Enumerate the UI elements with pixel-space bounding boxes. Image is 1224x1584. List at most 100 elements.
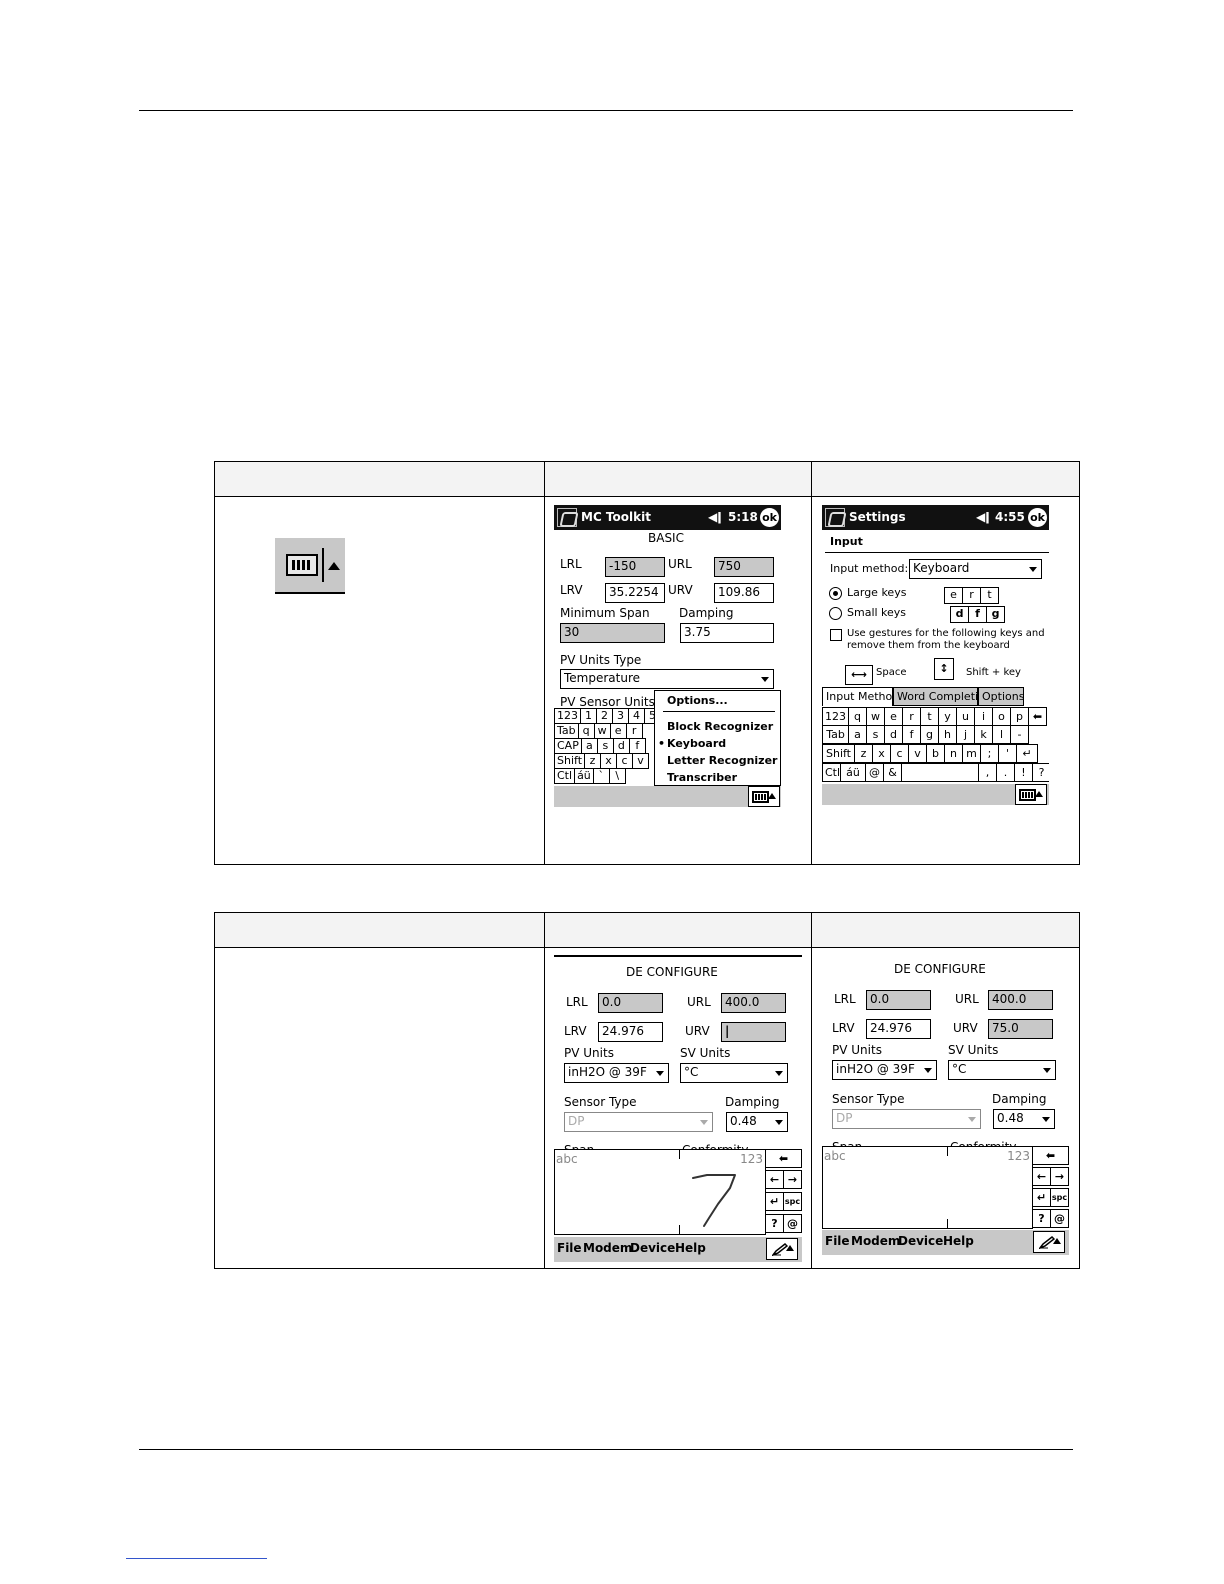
key[interactable]: 4 (628, 708, 645, 724)
key[interactable]: , (978, 763, 997, 782)
key[interactable]: Shift (822, 744, 855, 763)
key[interactable]: o (992, 707, 1011, 726)
key[interactable]: . (996, 763, 1015, 782)
key[interactable]: ` (592, 768, 610, 784)
sv-units-select[interactable]: °C (948, 1060, 1056, 1080)
key[interactable]: v (908, 744, 927, 763)
menu-file[interactable]: File (825, 1234, 850, 1248)
cursor-left-key[interactable]: ← (765, 1170, 784, 1189)
key[interactable]: & (883, 763, 902, 782)
tab-word-completion[interactable]: Word Completion (893, 687, 992, 706)
key[interactable]: e (884, 707, 903, 726)
lrv-field[interactable]: 35.2254 (605, 583, 665, 603)
key[interactable]: d (612, 738, 630, 754)
key[interactable]: Tab (822, 725, 849, 744)
menu-item-transcriber[interactable]: Transcriber (667, 771, 737, 784)
tab-input-method[interactable]: Input Method (822, 687, 899, 706)
menu-item-letter-recognizer[interactable]: Letter Recognizer (667, 754, 777, 767)
damping-field[interactable]: 3.75 (680, 623, 774, 643)
menu-help[interactable]: Help (943, 1234, 974, 1248)
url-field[interactable]: 750 (714, 557, 774, 577)
urv-field[interactable]: | (721, 1022, 786, 1042)
key[interactable]: ! (1014, 763, 1033, 782)
lrl-field[interactable]: 0.0 (866, 990, 931, 1010)
handwriting-area[interactable]: abc 123 (822, 1146, 1033, 1229)
sip-button[interactable] (748, 786, 780, 807)
key[interactable]: u (956, 707, 975, 726)
large-keys-radio[interactable] (829, 587, 842, 600)
key[interactable]: Ctl (554, 768, 576, 784)
key[interactable]: z (854, 744, 873, 763)
input-method-select[interactable]: Keyboard (909, 559, 1042, 579)
key[interactable]: Ctl (822, 763, 841, 782)
key[interactable]: q (577, 723, 595, 739)
key[interactable]: i (974, 707, 993, 726)
key[interactable]: 3 (612, 708, 629, 724)
sip-button[interactable] (1015, 784, 1047, 805)
damping-select[interactable]: 0.48 (726, 1112, 788, 1132)
pv-units-select[interactable]: inH2O @ 39F (564, 1063, 669, 1083)
symbol-key[interactable]: @ (783, 1214, 802, 1233)
space-key[interactable] (901, 763, 979, 782)
key[interactable]: p (1010, 707, 1029, 726)
sv-units-select[interactable]: °C (680, 1063, 788, 1083)
key[interactable]: \ (608, 768, 626, 784)
pv-units-select[interactable]: inH2O @ 39F (832, 1060, 937, 1080)
lrl-field[interactable]: -150 (605, 557, 665, 577)
key[interactable]: c (616, 753, 634, 769)
key[interactable]: t (920, 707, 939, 726)
backspace-key[interactable]: ⬅ (1032, 1146, 1069, 1165)
small-keys-radio[interactable] (829, 607, 842, 620)
enter-key[interactable]: ↵ (1032, 1188, 1051, 1207)
key[interactable]: s (596, 738, 614, 754)
symbol-key[interactable]: @ (1050, 1209, 1069, 1228)
sensor-type-select[interactable]: DP (832, 1109, 981, 1129)
pv-units-type-select[interactable]: Temperature (560, 669, 774, 689)
handwriting-area[interactable]: abc 123 (554, 1149, 766, 1235)
key[interactable]: áü (574, 768, 594, 784)
urv-field[interactable]: 109.86 (714, 583, 774, 603)
key[interactable]: w (866, 707, 885, 726)
menu-device[interactable]: Device (898, 1234, 943, 1248)
menu-file[interactable]: File (557, 1241, 582, 1255)
key[interactable]: e (609, 723, 627, 739)
key[interactable]: n (944, 744, 963, 763)
menu-modem[interactable]: Modem (583, 1241, 632, 1255)
speaker-icon[interactable]: ◀ǀ (976, 510, 990, 524)
key[interactable]: z (584, 753, 602, 769)
key[interactable]: Tab (554, 723, 579, 739)
key[interactable]: ' (998, 744, 1017, 763)
enter-key[interactable]: ↵ (765, 1192, 784, 1211)
cursor-left-key[interactable]: ← (1032, 1167, 1051, 1186)
key[interactable]: s (866, 725, 885, 744)
windows-start-icon[interactable] (825, 508, 845, 527)
key[interactable]: áü (840, 763, 866, 782)
key[interactable]: 123 (822, 707, 849, 726)
help-key[interactable]: ? (765, 1214, 784, 1233)
damping-select[interactable]: 0.48 (993, 1109, 1055, 1129)
key[interactable]: r (625, 723, 643, 739)
key[interactable]: q (848, 707, 867, 726)
key[interactable]: r (902, 707, 921, 726)
sip-button[interactable] (766, 1238, 798, 1260)
ok-button[interactable]: ok (1028, 508, 1047, 527)
key[interactable]: a (848, 725, 867, 744)
menu-modem[interactable]: Modem (851, 1234, 900, 1248)
enter-key[interactable]: ↵ (1016, 744, 1038, 763)
key[interactable]: x (872, 744, 891, 763)
url-field[interactable]: 400.0 (988, 990, 1053, 1010)
key[interactable]: 123 (554, 708, 581, 724)
backspace-key[interactable]: ⬅ (765, 1149, 802, 1168)
key[interactable]: x (600, 753, 618, 769)
key[interactable]: k (974, 725, 993, 744)
speaker-icon[interactable]: ◀ǀ (708, 510, 722, 524)
windows-start-icon[interactable] (557, 508, 577, 527)
lrv-field[interactable]: 24.976 (598, 1022, 663, 1042)
key[interactable]: @ (865, 763, 884, 782)
backspace-key[interactable]: ⬅ (1028, 707, 1047, 726)
key[interactable]: w (593, 723, 611, 739)
key[interactable]: m (962, 744, 981, 763)
menu-device[interactable]: Device (630, 1241, 675, 1255)
key[interactable]: y (938, 707, 957, 726)
space-key[interactable]: spc (783, 1192, 802, 1211)
